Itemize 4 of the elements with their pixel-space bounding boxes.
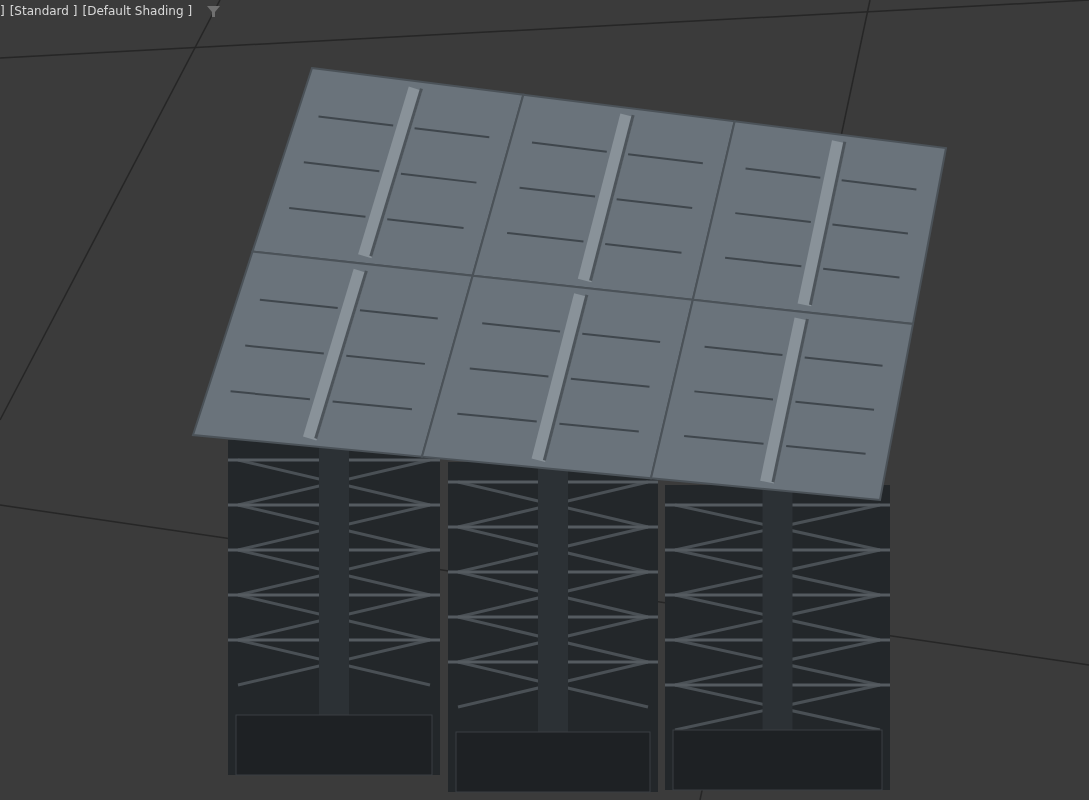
viewport-label-menu[interactable]: ] <box>0 2 5 20</box>
viewport-label-menu[interactable]: [Default Shading ] <box>82 2 193 20</box>
viewport-label-menu[interactable]: [Standard ] <box>9 2 78 20</box>
filter-icon[interactable] <box>207 4 221 18</box>
